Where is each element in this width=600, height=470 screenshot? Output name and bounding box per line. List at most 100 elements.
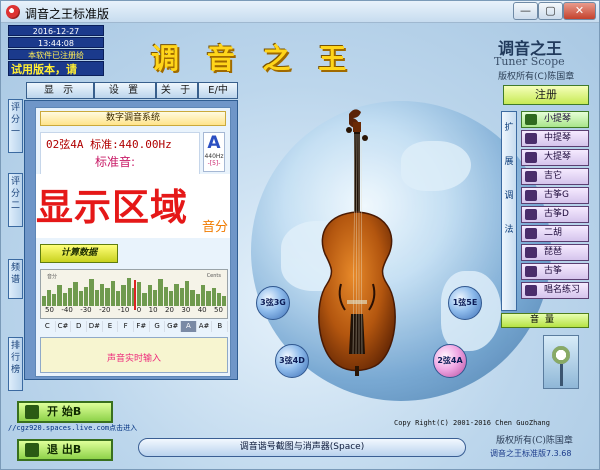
note-key[interactable]: D#: [87, 321, 103, 332]
instrument-button[interactable]: 琵琶: [521, 244, 589, 261]
instrument-button[interactable]: 古筝: [521, 263, 589, 280]
instrument-icon: [525, 171, 537, 182]
tab-leaderboard-char: 排: [10, 341, 20, 351]
note-key[interactable]: F: [118, 321, 135, 332]
note-key[interactable]: G: [150, 321, 166, 332]
live-input-label: 声音实时输入: [106, 354, 161, 364]
instrument-button[interactable]: 二胡: [521, 225, 589, 242]
instrument-button[interactable]: 古筝G: [521, 187, 589, 204]
meter-tick-label: 50: [45, 306, 54, 314]
string-button-3g[interactable]: 3弦3G: [256, 286, 290, 320]
instrument-icon: [525, 190, 537, 201]
note-key[interactable]: F#: [134, 321, 150, 332]
tab-leaderboard[interactable]: 排 行 榜: [8, 337, 23, 391]
meter-tick-label: 30: [181, 306, 191, 314]
display-area-label: 显示区域: [36, 185, 188, 229]
meter-bar: [121, 285, 126, 306]
note-indicator: A 440Hz -[5]-: [203, 132, 225, 172]
instrument-button[interactable]: 中提琴: [521, 130, 589, 147]
meter-tick-label: 40: [197, 306, 207, 314]
cents-label: 音分: [202, 220, 229, 235]
footer-copyright: 版权所有(C)陈国章: [496, 436, 573, 446]
screenshot-button[interactable]: 调音谐号截图与消声器(Space): [138, 438, 466, 457]
minimize-button[interactable]: —: [513, 2, 538, 20]
exit-button-label: 退 出B: [47, 443, 82, 456]
note-frequency: 440Hz: [204, 153, 224, 160]
menu-display[interactable]: 显 示: [26, 82, 94, 99]
title-bar[interactable]: 调音之王标准版 — ▢ ✕: [1, 1, 599, 23]
meter-bar: [147, 285, 153, 306]
note-key[interactable]: G#: [165, 321, 182, 332]
instrument-icon: [525, 209, 537, 220]
website-link[interactable]: //cgz920.spaces.live.com点击进入: [8, 423, 137, 433]
note-key[interactable]: B: [212, 321, 229, 332]
register-button[interactable]: 注册: [503, 85, 589, 105]
meter-bar: [73, 282, 78, 306]
instrument-label: 二胡: [544, 228, 563, 238]
instrument-icon: [525, 266, 537, 277]
registration-status: 本软件已注册给: [8, 49, 104, 60]
instrument-label: 中提琴: [544, 133, 572, 143]
string-button-5e[interactable]: 1弦5E: [448, 286, 482, 320]
meter-bar: [184, 280, 190, 306]
meter-bar: [163, 286, 168, 306]
tuner-panel: 数字调音系统 02弦4A 标准:440.00Hz 标准音: A 440Hz -[…: [24, 100, 238, 380]
instrument-icon: [525, 285, 537, 296]
maximize-button[interactable]: ▢: [538, 2, 563, 20]
exit-button[interactable]: 退 出B: [17, 439, 113, 461]
menu-bar: 显 示 设 置 关 于 E/中: [26, 82, 238, 99]
menu-settings[interactable]: 设 置: [94, 82, 156, 99]
note-letter: A: [207, 133, 221, 153]
extended-tuning-tab[interactable]: 扩 展 调 法: [501, 111, 517, 311]
string-button-4d[interactable]: 3弦4D: [275, 344, 309, 378]
tab-score-one[interactable]: 评 分 一: [8, 99, 23, 153]
note-key[interactable]: E: [103, 321, 119, 332]
menu-about[interactable]: 关 于: [156, 82, 198, 99]
tab-score-one-char: 评: [10, 103, 20, 113]
meter-bar: [200, 285, 206, 306]
note-key[interactable]: D: [71, 321, 88, 332]
close-button[interactable]: ✕: [563, 2, 596, 20]
extended-tuning-char: 调: [504, 191, 514, 201]
note-key[interactable]: C#: [56, 321, 72, 332]
tab-score-two-char: 分: [10, 189, 20, 199]
instrument-button[interactable]: 唱名练习: [521, 282, 589, 299]
instrument-button[interactable]: 小提琴: [521, 111, 589, 128]
tab-leaderboard-char: 榜: [10, 365, 20, 375]
tab-spectrum[interactable]: 频 谱: [8, 259, 23, 299]
system-title: 数字调音系统: [40, 111, 226, 126]
note-key[interactable]: A: [181, 321, 197, 332]
instrument-icon: [525, 228, 537, 239]
date-display: 2016-12-27: [8, 25, 104, 36]
instrument-button[interactable]: 吉它: [521, 168, 589, 185]
instrument-button[interactable]: 大提琴: [521, 149, 589, 166]
tab-score-two-char: 评: [10, 177, 20, 187]
meter-bar: [211, 288, 216, 306]
instrument-button[interactable]: 古筝D: [521, 206, 589, 223]
start-button[interactable]: 开 始B: [17, 401, 113, 423]
tuning-peg-icon[interactable]: [543, 335, 579, 389]
brand-copyright: 版权所有(C)陈国章: [498, 72, 575, 82]
instrument-label: 唱名练习: [544, 285, 581, 295]
meter-bar: [115, 291, 121, 306]
meter-tick-label: -20: [99, 306, 111, 314]
display-area: 显示区域 音分: [36, 174, 230, 238]
meter-bar: [89, 279, 94, 306]
meter-bar: [158, 279, 163, 306]
meter-bar: [153, 289, 158, 306]
volume-control[interactable]: 音量: [501, 313, 589, 328]
meter-tick-label: 0: [136, 306, 142, 314]
note-key[interactable]: A#: [197, 321, 213, 332]
app-window: 调音之王标准版 — ▢ ✕ 2016-12-27 13:44:08 本软件已注册…: [0, 0, 600, 470]
meter-bar: [99, 283, 105, 306]
note-key[interactable]: C: [40, 321, 56, 332]
instrument-label: 小提琴: [544, 114, 572, 124]
tab-score-two[interactable]: 评 分 二: [8, 173, 23, 227]
string-button-4a[interactable]: 2弦4A: [433, 344, 467, 378]
live-input-box: 声音实时输入: [40, 337, 228, 373]
brand-subtitle: Tuner Scope: [494, 55, 565, 68]
menu-language[interactable]: E/中: [198, 82, 238, 99]
calculate-data-button[interactable]: 计算数据: [40, 244, 118, 263]
extended-tuning-char: 扩: [504, 123, 514, 133]
instrument-icon: [525, 247, 537, 258]
